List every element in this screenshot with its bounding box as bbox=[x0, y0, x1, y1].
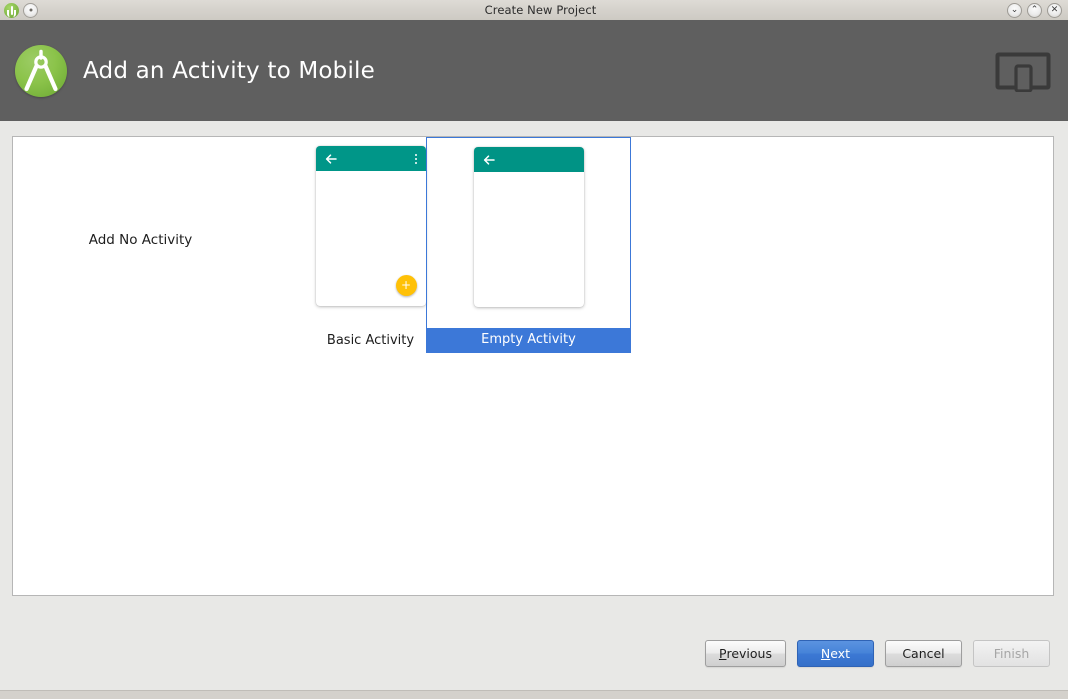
add-no-activity-option[interactable]: Add No Activity bbox=[13, 232, 268, 248]
window-title: Create New Project bbox=[484, 3, 597, 17]
compass-glyph-icon bbox=[24, 49, 58, 91]
fab-plus-glyph: + bbox=[400, 278, 412, 292]
android-studio-icon bbox=[4, 2, 19, 18]
next-button-label: ext bbox=[830, 646, 851, 661]
tablet-and-phone-icon bbox=[995, 52, 1051, 92]
maximize-button[interactable]: ⌃ bbox=[1027, 2, 1042, 18]
finish-button: Finish bbox=[973, 640, 1050, 667]
activity-tile-empty-activity[interactable]: Empty Activity bbox=[426, 137, 631, 353]
app-bar bbox=[473, 147, 584, 172]
phone-mockup bbox=[473, 147, 584, 307]
previous-button-label: revious bbox=[726, 646, 772, 661]
window-controls: ⌄ ⌃ ✕ bbox=[1007, 2, 1068, 18]
minimize-button[interactable]: ⌄ bbox=[1007, 2, 1022, 18]
next-button[interactable]: Next bbox=[797, 640, 874, 667]
back-arrow-icon bbox=[483, 154, 495, 165]
overflow-menu-icon bbox=[414, 153, 417, 164]
app-bar bbox=[315, 146, 426, 171]
activity-gallery-panel: Add No Activity + Basic Activity Empty A… bbox=[12, 136, 1054, 596]
window-menu-icon[interactable] bbox=[23, 2, 38, 18]
activity-thumbnail bbox=[427, 147, 630, 315]
create-new-project-dialog: Create New Project ⌄ ⌃ ✕ Add an Activity… bbox=[0, 0, 1068, 699]
close-button[interactable]: ✕ bbox=[1047, 2, 1062, 18]
titlebar-left-controls bbox=[0, 2, 74, 18]
previous-button-mnemonic: P bbox=[718, 646, 727, 661]
dialog-footer: Previous Next Cancel Finish bbox=[0, 640, 1068, 690]
window-titlebar: Create New Project ⌄ ⌃ ✕ bbox=[0, 0, 1068, 21]
previous-button[interactable]: Previous bbox=[704, 640, 786, 667]
window-bottom-strip bbox=[0, 690, 1068, 699]
activity-gallery: Add No Activity + Basic Activity Empty A… bbox=[13, 137, 1053, 595]
cancel-button[interactable]: Cancel bbox=[885, 640, 962, 667]
floating-action-button-icon: + bbox=[395, 275, 417, 296]
next-button-mnemonic: N bbox=[820, 646, 831, 661]
phone-mockup: + bbox=[315, 146, 426, 306]
back-arrow-icon bbox=[325, 153, 337, 164]
activity-tile-label: Empty Activity bbox=[427, 328, 630, 352]
page-title: Add an Activity to Mobile bbox=[83, 57, 375, 84]
dialog-header: Add an Activity to Mobile bbox=[0, 20, 1068, 121]
android-studio-logo bbox=[15, 44, 67, 97]
